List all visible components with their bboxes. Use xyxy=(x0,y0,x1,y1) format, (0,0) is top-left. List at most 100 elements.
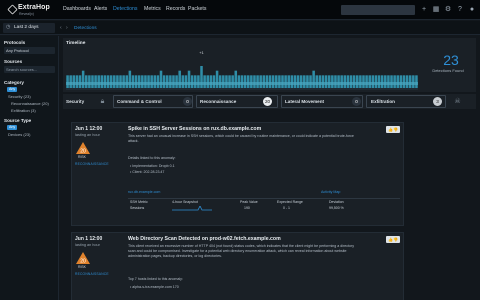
timeline-bar xyxy=(187,70,191,88)
extrahop-logo[interactable]: ExtraHop Reveal(x) xyxy=(7,4,58,16)
sources-search-input[interactable]: Search sources... xyxy=(4,66,55,73)
timeline-bar xyxy=(408,75,412,88)
breadcrumb[interactable]: Detections xyxy=(74,26,97,31)
card-date: Jun 1 12:00 xyxy=(75,126,103,132)
timeline-bar xyxy=(81,70,85,88)
time-range-selector[interactable]: ◷ Last 2 days xyxy=(3,23,55,33)
timeline-bar xyxy=(181,75,185,88)
global-search-input[interactable] xyxy=(341,5,415,15)
vote-button[interactable]: 👍👎 xyxy=(386,236,400,243)
timeline-bar xyxy=(134,75,138,88)
timeline-bar xyxy=(405,75,409,88)
stage-label-reconnaissance: Reconnaissance xyxy=(200,99,237,104)
source-type-any-chip[interactable]: Any xyxy=(7,125,18,130)
timeline-bar xyxy=(109,75,113,88)
timeline-bar xyxy=(365,75,368,88)
card-category-tag[interactable]: RECONNAISSANCE xyxy=(75,162,109,166)
device-link[interactable]: rux.db.example.com xyxy=(128,190,160,194)
category-item-exfiltration[interactable]: Exfiltration (3) xyxy=(11,108,36,113)
category-item-reconnaissance[interactable]: Reconnaissance (20) xyxy=(11,101,49,106)
timeline-bar xyxy=(103,75,107,88)
user-icon[interactable]: ● xyxy=(468,6,476,14)
skull-icon: ☠ xyxy=(454,98,461,105)
timeline-bar xyxy=(312,70,315,88)
card-date: Jun 1 12:00 xyxy=(75,236,103,242)
category-any-chip[interactable]: Any xyxy=(7,87,18,92)
table-cell: 99,500 % xyxy=(329,206,344,210)
timeline-bar xyxy=(147,75,150,88)
timeline-bar xyxy=(144,75,147,88)
risk-warning-icon: 20 xyxy=(76,142,90,154)
nav-packets[interactable]: Packets xyxy=(188,6,206,12)
timeline-bar xyxy=(324,75,328,88)
nav-metrics[interactable]: Metrics xyxy=(144,6,161,12)
timeline-bar xyxy=(281,75,284,88)
timeline-bar xyxy=(218,75,222,88)
timeline-bar xyxy=(271,75,275,88)
timeline-bar xyxy=(359,75,362,88)
timeline-bar xyxy=(309,75,312,88)
source-type-item-devices[interactable]: Devices (23) xyxy=(8,132,30,137)
card-title[interactable]: Spike in SSH Server Sessions on rux.db.e… xyxy=(128,126,261,132)
nav-dashboards[interactable]: Dashboards xyxy=(63,6,91,12)
timeline-bar xyxy=(259,75,262,88)
plus-icon[interactable]: + xyxy=(420,6,428,14)
timeline-bar xyxy=(97,75,100,88)
timeline-bar xyxy=(256,75,259,88)
timeline-title: Timeline xyxy=(66,41,86,46)
protocol-select[interactable]: Any Protocol xyxy=(4,47,55,54)
timeline-bar xyxy=(203,75,206,88)
timeline-bar xyxy=(374,75,378,88)
timeline-strip xyxy=(66,82,418,85)
table-cell: Sessions xyxy=(130,206,145,210)
card-duration: lasting an hour xyxy=(75,243,100,247)
gear-icon[interactable]: ⚙ xyxy=(444,6,452,14)
timeline-bar xyxy=(131,75,135,88)
nav-detections[interactable]: Detections xyxy=(113,6,138,12)
timeline-bar xyxy=(246,75,250,88)
detection-card[interactable]: Jun 1 12:00 lasting an hour 20 RISK RECO… xyxy=(71,232,404,300)
timeline-bar xyxy=(318,75,322,88)
source-type-label: Source Type xyxy=(4,118,32,123)
risk-warning-icon: 20 xyxy=(76,252,90,264)
card-category-tag[interactable]: RECONNAISSANCE xyxy=(75,272,109,276)
timeline-bar xyxy=(197,75,200,88)
timeline-bar xyxy=(88,75,91,88)
timeline-bar xyxy=(119,75,122,88)
activity-map-link[interactable]: Activity Map xyxy=(321,190,340,194)
timeline-bar xyxy=(390,75,393,88)
table-header: SSH Metric xyxy=(130,200,148,204)
forward-arrow-icon[interactable]: › xyxy=(66,25,68,31)
timeline-bar xyxy=(209,75,213,88)
timeline-chart[interactable]: +1 xyxy=(66,49,418,90)
timeline-bar xyxy=(402,75,406,88)
metric-table: SSH Metric 4-hour Snapshot Peak Value Ex… xyxy=(128,198,400,211)
timeline-bar xyxy=(122,75,125,88)
grid-icon[interactable]: ▦ xyxy=(432,6,440,14)
nav-records[interactable]: Records xyxy=(166,6,185,12)
card-detail-item: • Client: 202.28.23.47 xyxy=(130,170,165,174)
timeline-bar xyxy=(303,75,306,88)
timeline-bar xyxy=(284,75,287,88)
nav-alerts[interactable]: Alerts xyxy=(94,6,107,12)
table-header: Expected Range xyxy=(277,200,303,204)
timeline-bar xyxy=(380,75,384,88)
sparkline xyxy=(172,206,212,211)
detection-card[interactable]: Jun 1 12:00 lasting an hour 20 RISK RECO… xyxy=(71,122,404,226)
help-icon[interactable]: ? xyxy=(456,6,464,14)
vote-button[interactable]: 👍👎 xyxy=(386,126,400,133)
timeline-bar xyxy=(262,75,266,88)
detections-found-label: Detections Found xyxy=(432,68,464,73)
timeline-bar xyxy=(290,75,294,88)
timeline-bar xyxy=(321,75,325,88)
timeline-bar xyxy=(159,70,163,88)
timeline-bar xyxy=(278,75,281,88)
timeline-bar xyxy=(384,75,387,88)
timeline-bar xyxy=(275,75,278,88)
back-arrow-icon[interactable]: ‹ xyxy=(60,25,62,31)
timeline-bar xyxy=(250,75,253,88)
stage-count-command-control: 0 xyxy=(183,97,192,106)
category-item-security[interactable]: Security (23) xyxy=(8,94,31,99)
card-title[interactable]: Web Directory Scan Detected on prod-w02.… xyxy=(128,236,281,242)
stage-label-command-control: Command & Control xyxy=(117,99,162,104)
